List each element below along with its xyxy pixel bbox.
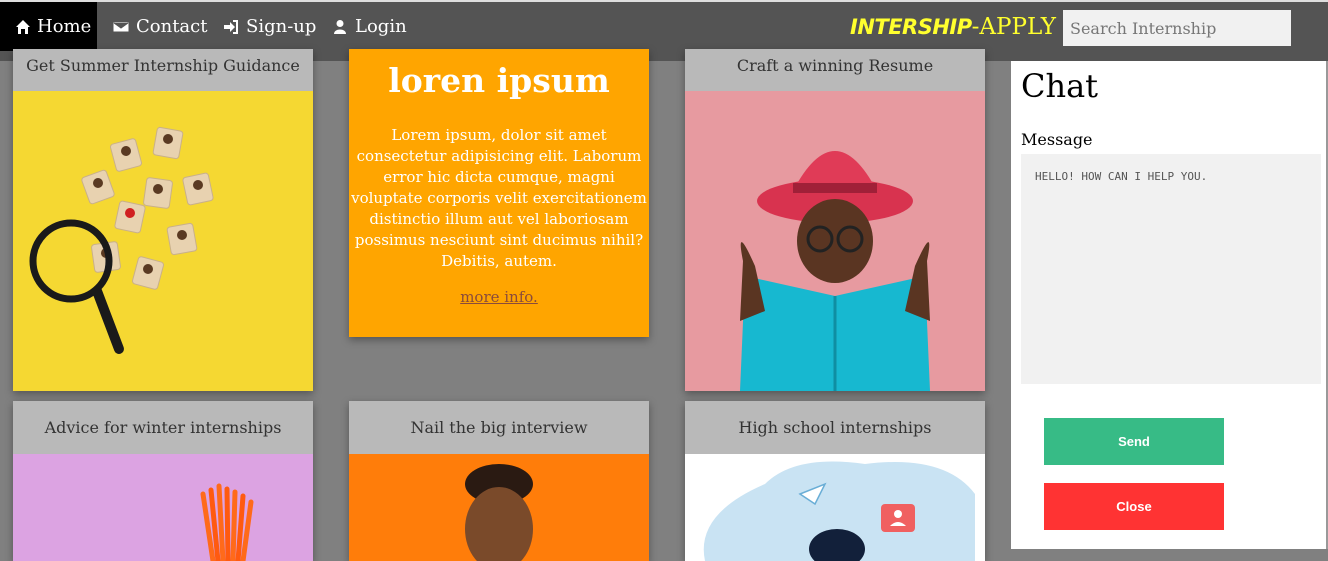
nav-contact[interactable]: Contact [97, 2, 222, 51]
card-winter[interactable]: Advice for winter internships [13, 401, 313, 561]
card-winter-title: Advice for winter internships [13, 401, 313, 454]
student-illustration-image [685, 454, 985, 561]
card-guidance[interactable]: Get Summer Internship Guidance [13, 49, 313, 391]
user-icon [331, 18, 349, 36]
card-interview[interactable]: Nail the big interview [349, 401, 649, 561]
nav-signup-label: Sign-up [246, 16, 317, 37]
card-interview-title: Nail the big interview [349, 401, 649, 454]
send-button[interactable]: Send [1044, 418, 1224, 465]
search-input[interactable] [1063, 10, 1291, 46]
brand-logo[interactable]: INTERSHIP-APPLY [850, 12, 1056, 42]
promo-title: loren ipsum [388, 61, 610, 100]
chat-panel: Chat Message HELLO! HOW CAN I HELP YOU. … [1011, 61, 1328, 549]
card-highschool-title: High school internships [685, 401, 985, 454]
card-highschool[interactable]: High school internships [685, 401, 985, 561]
magnifier-image [13, 91, 313, 391]
envelope-icon [112, 18, 130, 36]
nav-login[interactable]: Login [316, 2, 422, 51]
message-textarea[interactable]: HELLO! HOW CAN I HELP YOU. [1021, 154, 1321, 384]
brand-rest: -APPLY [971, 14, 1056, 40]
nav-home-label: Home [37, 16, 92, 37]
pencils-image [13, 454, 313, 561]
home-icon [15, 18, 31, 36]
more-info-link[interactable]: more info. [349, 288, 649, 306]
nav-home[interactable]: Home [0, 2, 97, 51]
chat-title: Chat [1021, 67, 1099, 105]
brand-strong: INTERSHIP [850, 15, 972, 39]
promo-body: Lorem ipsum, dolor sit amet consectetur … [351, 126, 647, 270]
card-resume-title: Craft a winning Resume [685, 49, 985, 91]
nav-contact-label: Contact [136, 16, 208, 37]
card-resume[interactable]: Craft a winning Resume [685, 49, 985, 391]
close-button[interactable]: Close [1044, 483, 1224, 530]
promo-card: loren ipsum Lorem ipsum, dolor sit amet … [349, 49, 649, 337]
message-label: Message [1021, 130, 1093, 149]
reading-woman-image [685, 91, 985, 391]
nav-signup[interactable]: Sign-up [207, 2, 331, 51]
nav-login-label: Login [355, 16, 407, 37]
card-guidance-title: Get Summer Internship Guidance [13, 49, 313, 91]
sign-in-icon [222, 18, 240, 36]
man-portrait-image [349, 454, 649, 561]
